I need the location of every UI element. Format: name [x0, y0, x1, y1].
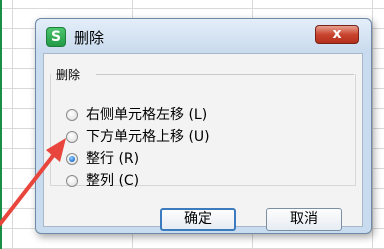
dialog-body: 删除 右侧单元格左移 (L) 下方单元格上移 (U) 整行 (R) 整列 (C)… [43, 53, 363, 231]
ok-button[interactable]: 确定 [160, 208, 236, 231]
delete-dialog: S 删除 x 删除 右侧单元格左移 (L) 下方单元格上移 (U) 整行 (R)… [35, 18, 372, 234]
option-shift-left-label: 右侧单元格左移 (L) [86, 107, 208, 123]
dialog-titlebar[interactable]: S 删除 x [36, 19, 371, 53]
row-header-edge [0, 0, 2, 249]
option-shift-up-label: 下方单元格上移 (U) [86, 129, 210, 145]
close-icon: x [332, 26, 342, 42]
dialog-title: 删除 [74, 29, 105, 47]
radio-entire-column[interactable] [66, 175, 78, 187]
close-button[interactable]: x [315, 25, 359, 44]
wps-app-icon: S [46, 27, 66, 47]
group-label: 删除 [56, 66, 85, 83]
option-entire-row-label: 整行 (R) [86, 151, 140, 167]
group-divider [96, 74, 354, 75]
option-entire-column-label: 整列 (C) [86, 173, 140, 189]
radio-entire-row[interactable] [66, 153, 78, 165]
cancel-button[interactable]: 取消 [266, 208, 342, 231]
radio-shift-left[interactable] [66, 109, 78, 121]
radio-shift-up[interactable] [66, 131, 78, 143]
